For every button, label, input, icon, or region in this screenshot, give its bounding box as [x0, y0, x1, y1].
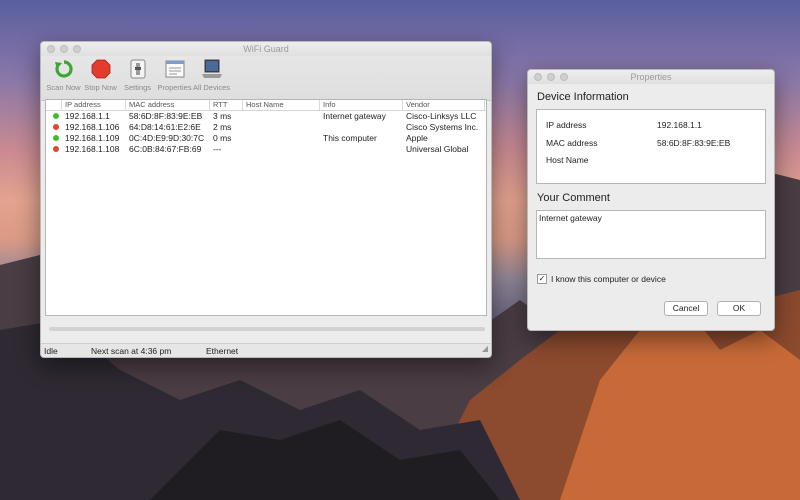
settings-button[interactable]: Settings	[119, 56, 156, 100]
settings-icon	[127, 58, 149, 80]
laptop-icon	[201, 58, 223, 80]
device-list[interactable]: IP address MAC address RTT Host Name Inf…	[45, 99, 487, 316]
close-window-button[interactable]	[47, 45, 55, 53]
properties-icon	[164, 58, 186, 80]
ok-button[interactable]: OK	[717, 301, 761, 316]
status-bar: Idle Next scan at 4:36 pm Ethernet ◢	[41, 342, 491, 357]
main-titlebar[interactable]: WiFi Guard	[41, 42, 491, 56]
status-column-header[interactable]	[46, 100, 62, 110]
window-title: WiFi Guard	[243, 44, 289, 54]
window-title: Properties	[630, 72, 672, 82]
status-online-icon	[53, 135, 59, 141]
ip-column-header[interactable]: IP address	[62, 100, 126, 110]
zoom-window-button[interactable]	[560, 73, 568, 81]
next-scan-time: Next scan at 4:36 pm	[91, 346, 172, 356]
horizontal-scrollbar[interactable]	[49, 327, 485, 331]
device-row[interactable]: 192.168.1.1 58:6D:8F:83:9E:EB 3 ms Inter…	[46, 111, 486, 122]
ip-address-value: 192.168.1.1	[657, 120, 702, 130]
cancel-button[interactable]: Cancel	[664, 301, 708, 316]
your-comment-heading: Your Comment	[537, 192, 610, 204]
properties-button[interactable]: Properties	[156, 56, 193, 100]
scan-now-button[interactable]: Scan Now	[45, 56, 82, 100]
properties-window: Properties Device Information IP address…	[527, 69, 775, 331]
device-information-heading: Device Information	[537, 91, 629, 103]
info-column-header[interactable]: Info	[320, 100, 403, 110]
minimize-window-button[interactable]	[60, 45, 68, 53]
device-list-header: IP address MAC address RTT Host Name Inf…	[46, 100, 486, 111]
device-information-box: IP address 192.168.1.1 MAC address 58:6D…	[536, 109, 766, 184]
hostname-column-header[interactable]: Host Name	[243, 100, 320, 110]
all-devices-button[interactable]: All Devices	[193, 56, 230, 100]
mac-column-header[interactable]: MAC address	[126, 100, 210, 110]
wifi-guard-window: WiFi Guard Scan Now Stop Now Settings Pr…	[40, 41, 492, 358]
status-unknown-icon	[53, 146, 59, 152]
vendor-column-header[interactable]: Vendor	[403, 100, 485, 110]
mac-address-value: 58:6D:8F:83:9E:EB	[657, 138, 731, 148]
device-row[interactable]: 192.168.1.109 0C:4D:E9:9D:30:7C 0 ms Thi…	[46, 133, 486, 144]
comment-textarea[interactable]: Internet gateway	[536, 210, 766, 259]
network-interface: Ethernet	[206, 346, 239, 356]
stop-icon	[90, 58, 112, 80]
checkbox-check-icon: ✓	[537, 274, 547, 284]
scan-state: Idle	[44, 346, 58, 356]
rtt-column-header[interactable]: RTT	[210, 100, 243, 110]
toolbar: Scan Now Stop Now Settings Properties Al…	[41, 56, 491, 101]
zoom-window-button[interactable]	[73, 45, 81, 53]
refresh-icon	[53, 58, 75, 80]
minimize-window-button[interactable]	[547, 73, 555, 81]
close-window-button[interactable]	[534, 73, 542, 81]
status-online-icon	[53, 113, 59, 119]
resize-grip-icon[interactable]: ◢	[482, 342, 488, 356]
device-row[interactable]: 192.168.1.108 6C:0B:84:67:FB:69 --- Univ…	[46, 144, 486, 155]
status-unknown-icon	[53, 124, 59, 130]
device-row[interactable]: 192.168.1.106 64:D8:14:61:E2:6E 2 ms Cis…	[46, 122, 486, 133]
known-device-checkbox[interactable]: ✓ I know this computer or device	[537, 274, 666, 284]
properties-titlebar[interactable]: Properties	[528, 70, 774, 84]
stop-now-button[interactable]: Stop Now	[82, 56, 119, 100]
